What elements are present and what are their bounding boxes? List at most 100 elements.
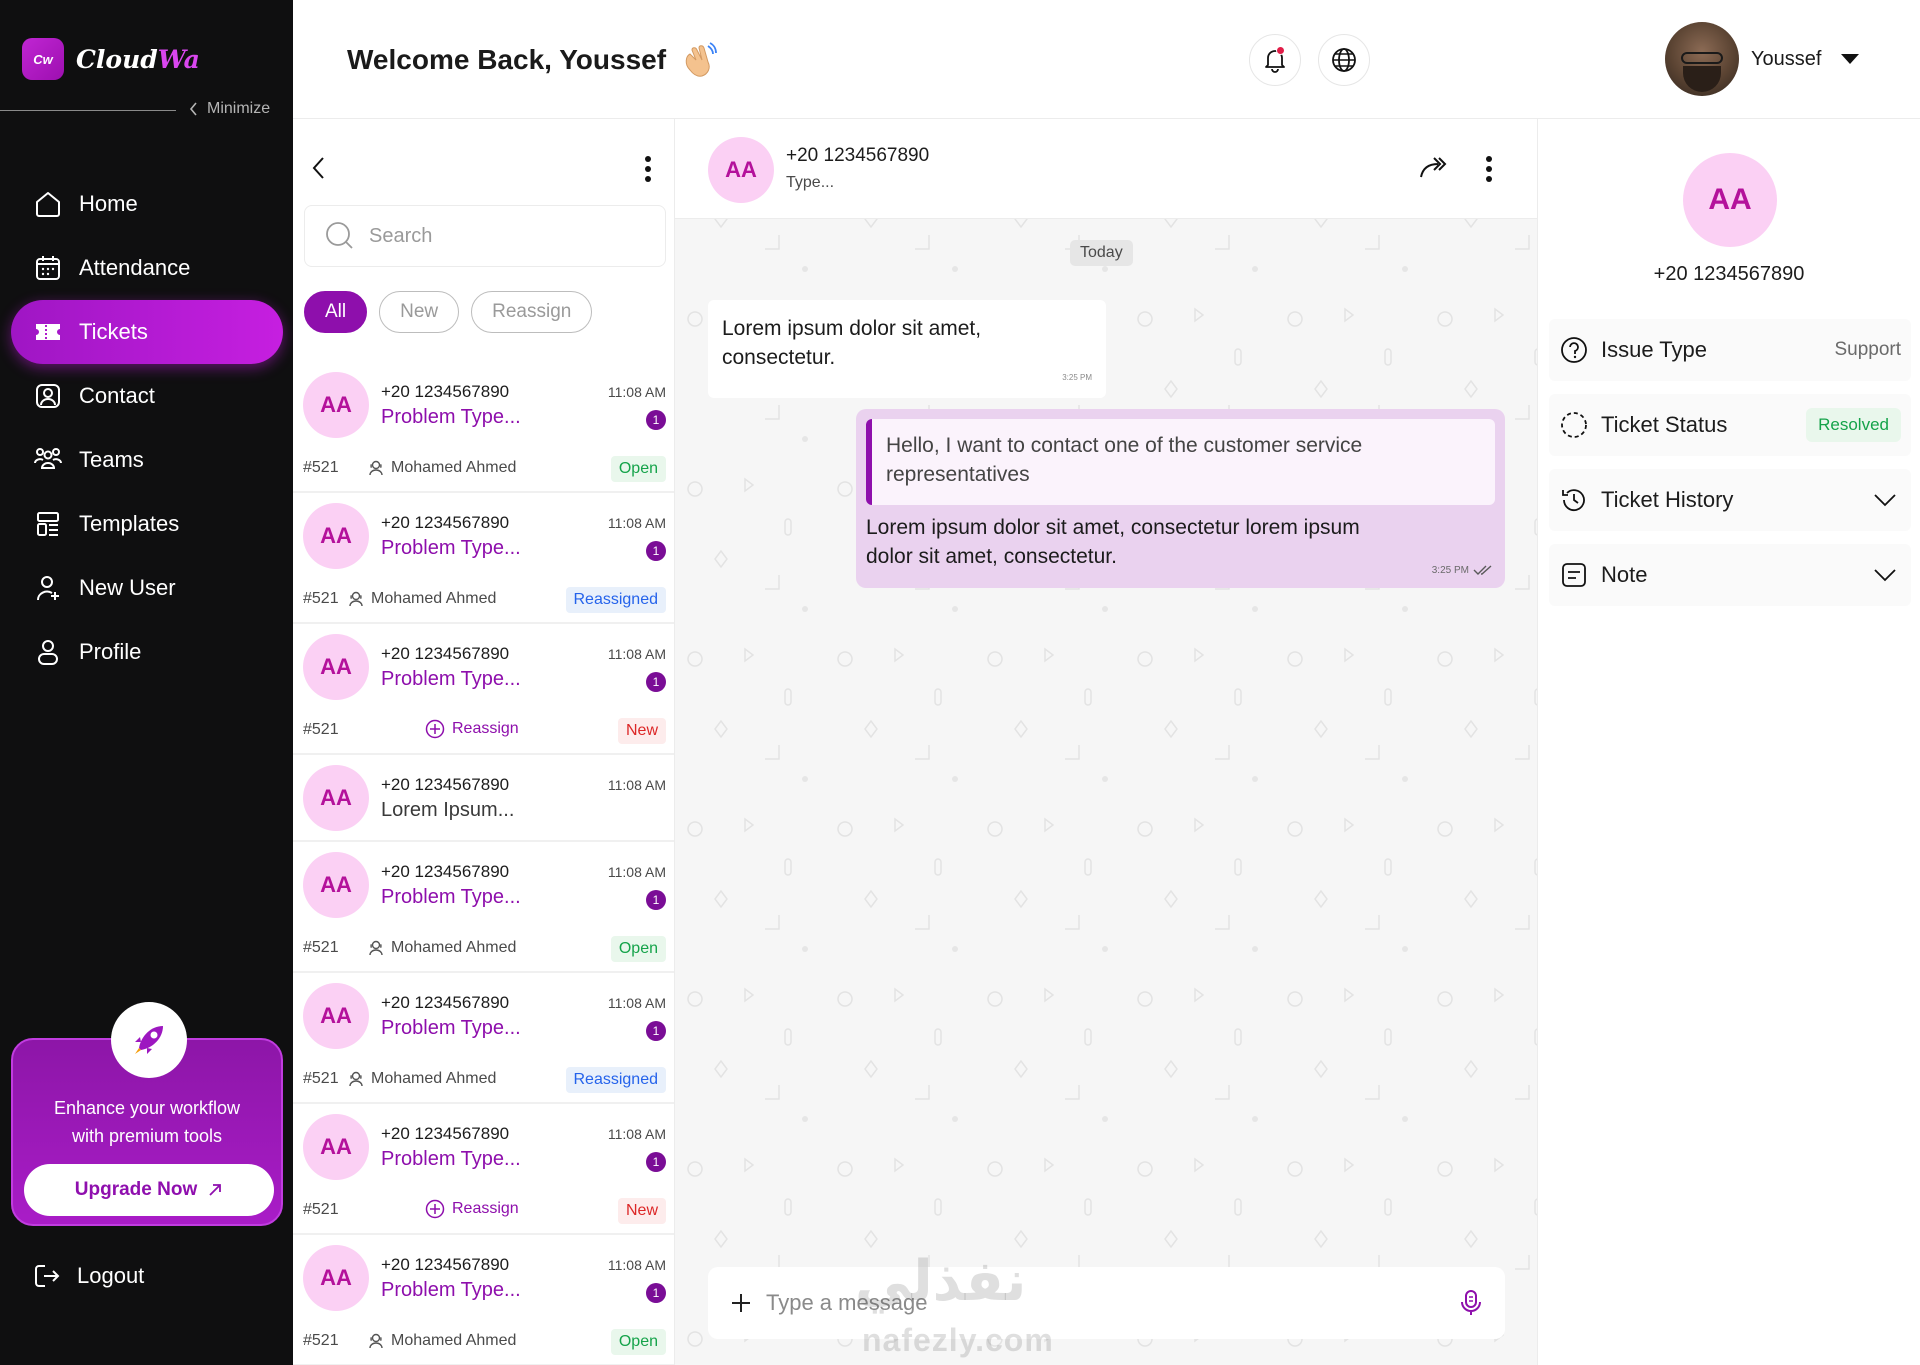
ticket-agent: Mohamed Ahmed <box>369 939 516 957</box>
status-badge: New <box>617 1198 666 1224</box>
ticket-item[interactable]: AA +20 1234567890 11:08 AM Problem Type... 1… <box>293 973 674 1104</box>
reassign-button[interactable]: Reassign <box>425 1199 519 1219</box>
logout-icon <box>35 1265 60 1287</box>
forward-icon[interactable] <box>1418 155 1448 181</box>
issue-type-row[interactable]: Issue Type Support <box>1549 319 1911 381</box>
sidebar-item-home[interactable]: Home <box>11 172 283 236</box>
ticket-phone: +20 1234567890 <box>381 1124 510 1143</box>
ticket-agent: Mohamed Ahmed <box>349 590 496 608</box>
ticket-status-row[interactable]: Ticket Status Resolved <box>1549 394 1911 456</box>
ticket-subject: Problem Type... <box>381 406 521 428</box>
page-title: Welcome Back, Youssef <box>347 40 718 80</box>
message-time: 3:25 PM <box>1062 373 1092 382</box>
sidebar-item-attendance[interactable]: Attendance <box>11 236 283 300</box>
agent-icon <box>349 1071 363 1087</box>
minimize-button[interactable]: Minimize <box>189 100 270 118</box>
sidebar-item-contact[interactable]: Contact <box>11 364 283 428</box>
ticket-avatar: AA <box>303 1114 369 1180</box>
message-composer[interactable]: Type a message <box>708 1267 1505 1339</box>
ticket-item[interactable]: AA +20 1234567890 11:08 AM Problem Type... 1… <box>293 842 674 973</box>
ticket-item[interactable]: AA +20 1234567890 11:08 AM Problem Type... 1… <box>293 1235 674 1365</box>
plus-circle-icon <box>425 719 445 739</box>
ticket-agent: Mohamed Ahmed <box>349 1070 496 1088</box>
ticket-id: #521 <box>303 1332 339 1349</box>
contact-phone: +20 1234567890 <box>1653 263 1805 285</box>
ticket-avatar: AA <box>303 634 369 700</box>
top-header: Welcome Back, Youssef Youssef <box>293 0 1920 119</box>
agent-icon <box>369 460 383 476</box>
ticket-item[interactable]: AA +20 1234567890 11:08 AM Problem Type... 1… <box>293 362 674 493</box>
filter-reassign[interactable]: Reassign <box>471 291 593 333</box>
logout-button[interactable]: Logout <box>33 1262 144 1290</box>
filter-all[interactable]: All <box>304 291 368 333</box>
ticket-time: 11:08 AM <box>607 646 666 662</box>
minimize-label: Minimize <box>207 100 271 117</box>
ticket-history-row[interactable]: Ticket History <box>1549 469 1911 531</box>
search-input[interactable]: Search <box>304 205 666 267</box>
ticket-phone: +20 1234567890 <box>381 862 510 881</box>
agent-icon <box>349 591 363 607</box>
filter-new[interactable]: New <box>379 291 460 333</box>
templates-icon <box>37 512 59 536</box>
ticket-id: #521 <box>303 1070 339 1087</box>
ticket-subject: Problem Type... <box>381 1017 521 1039</box>
upgrade-button[interactable]: Upgrade Now <box>24 1164 274 1216</box>
back-arrow-icon[interactable] <box>311 155 327 181</box>
ticket-item[interactable]: AA +20 1234567890 11:08 AM Problem Type... 1… <box>293 493 674 624</box>
history-icon <box>1562 489 1585 512</box>
contact-icon <box>36 384 60 408</box>
outgoing-message[interactable]: Hello, I want to contact one of the cust… <box>856 409 1505 588</box>
home-icon <box>36 192 60 217</box>
ticket-item[interactable]: AA +20 1234567890 11:08 AM Problem Type... 1… <box>293 1104 674 1235</box>
status-badge: Resolved <box>1806 408 1901 442</box>
issue-type-value: Support <box>1834 339 1901 360</box>
search-icon <box>326 222 353 249</box>
sidebar-item-label: Home <box>79 191 138 216</box>
reassign-button[interactable]: Reassign <box>425 719 519 739</box>
language-button[interactable] <box>1318 34 1370 86</box>
ticket-item[interactable]: AA +20 1234567890 11:08 AM Problem Type... 1… <box>293 624 674 755</box>
ticket-item[interactable]: AA +20 1234567890 11:08 AM Lorem Ipsum... <box>293 755 674 842</box>
agent-icon <box>369 940 383 956</box>
caret-down-icon[interactable] <box>1841 54 1859 64</box>
ticket-agent: Mohamed Ahmed <box>369 459 516 477</box>
ticket-time: 11:08 AM <box>607 1257 666 1273</box>
ticket-phone: +20 1234567890 <box>381 513 510 532</box>
sidebar-item-new-user[interactable]: New User <box>11 556 283 620</box>
message-text: Lorem ipsum dolor sit amet, consectetur … <box>866 516 1360 568</box>
sidebar-item-tickets[interactable]: Tickets <box>11 300 283 364</box>
contact-phone: +20 1234567890 <box>786 145 930 166</box>
unread-count-badge: 1 <box>646 541 666 561</box>
note-row[interactable]: Note <box>1549 544 1911 606</box>
ticket-avatar: AA <box>303 765 369 831</box>
incoming-message[interactable]: Lorem ipsum dolor sit amet, consectetur.… <box>708 300 1106 398</box>
sidebar-item-label: Profile <box>79 639 142 664</box>
chevron-down-icon[interactable] <box>1873 493 1897 507</box>
chat-panel: AA +20 1234567890 Type... Today Lorem ip… <box>675 119 1538 1365</box>
quoted-message[interactable]: Hello, I want to contact one of the cust… <box>866 419 1495 505</box>
logo-mark: Cw <box>22 38 64 80</box>
sidebar-item-label: Templates <box>79 511 180 536</box>
globe-icon <box>1332 48 1356 72</box>
ticket-id: #521 <box>303 721 339 738</box>
sidebar-item-templates[interactable]: Templates <box>11 492 283 556</box>
microphone-icon[interactable] <box>1459 1289 1483 1317</box>
message-meta: 3:25 PM <box>1432 564 1493 576</box>
sidebar-nav: Home Attendance Tickets Contact Teams Te… <box>11 172 283 684</box>
user-name[interactable]: Youssef <box>1751 48 1821 71</box>
sidebar-item-teams[interactable]: Teams <box>11 428 283 492</box>
sidebar-item-label: Attendance <box>79 255 191 280</box>
notifications-button[interactable] <box>1249 34 1301 86</box>
plus-icon[interactable] <box>730 1292 752 1314</box>
chevron-down-icon[interactable] <box>1873 568 1897 582</box>
ticket-time: 11:08 AM <box>607 515 666 531</box>
brand-logo[interactable]: Cw CloudWa <box>22 38 200 80</box>
more-options-icon[interactable] <box>1485 155 1493 183</box>
contact-avatar[interactable]: AA <box>708 137 774 203</box>
more-options-icon[interactable] <box>644 155 652 183</box>
sidebar-item-profile[interactable]: Profile <box>11 620 283 684</box>
unread-count-badge: 1 <box>646 1152 666 1172</box>
user-avatar[interactable] <box>1665 22 1739 96</box>
unread-count-badge: 1 <box>646 890 666 910</box>
date-divider: Today <box>1070 240 1133 266</box>
